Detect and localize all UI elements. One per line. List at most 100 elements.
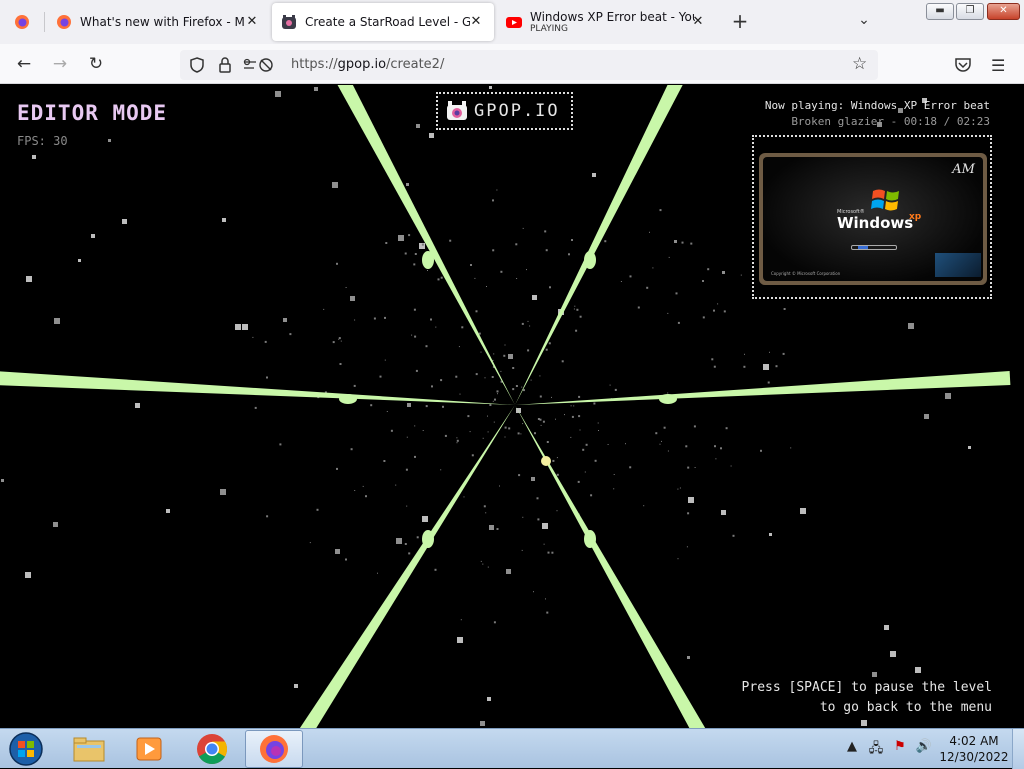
- pocket-icon[interactable]: [954, 57, 972, 73]
- star-dot: [323, 308, 325, 310]
- close-window-button[interactable]: ✕: [987, 3, 1020, 20]
- windows-taskbar: ▲ 🖧 ⚑ 🔊 4:02 AM 12/30/2022: [0, 728, 1024, 769]
- star-dot: [345, 287, 347, 288]
- xp-label: xp: [909, 212, 922, 222]
- start-button[interactable]: [6, 731, 46, 767]
- tab-whats-new[interactable]: What's new with Firefox - More ✕: [44, 0, 270, 44]
- star-dot: [570, 436, 572, 438]
- star-dot: [717, 303, 719, 305]
- close-tab-icon[interactable]: ✕: [244, 14, 260, 30]
- star-dot: [924, 414, 929, 419]
- star-dot: [585, 443, 588, 446]
- star-dot: [406, 505, 408, 507]
- star-dot: [487, 431, 489, 433]
- tab-create-starroad[interactable]: Create a StarRoad Level - Gpop. ✕: [272, 3, 494, 41]
- star-dot: [487, 566, 489, 568]
- star-dot: [406, 436, 408, 438]
- star-dot: [790, 447, 792, 449]
- game-canvas[interactable]: EDITOR MODE FPS: 30 GPOP.IO Now playing:…: [0, 85, 1024, 728]
- volume-icon[interactable]: 🔊: [914, 739, 934, 759]
- forward-button[interactable]: →: [48, 52, 72, 76]
- star-dot: [416, 536, 419, 539]
- show-hidden-icons-chevron-icon[interactable]: ▲: [842, 739, 862, 759]
- close-tab-icon[interactable]: ✕: [468, 14, 484, 30]
- url-text[interactable]: https://gpop.io/create2/: [291, 57, 444, 72]
- action-center-flag-icon[interactable]: ⚑: [890, 739, 910, 759]
- url-host: gpop.io: [337, 57, 387, 72]
- permissions-icon[interactable]: [242, 56, 276, 74]
- star-dot: [222, 218, 226, 222]
- taskbar-file-explorer[interactable]: [60, 730, 118, 768]
- star-dot: [25, 572, 31, 578]
- taskbar-clock[interactable]: 4:02 AM 12/30/2022: [938, 733, 1010, 765]
- taskbar-firefox[interactable]: [245, 730, 303, 768]
- star-dot: [480, 721, 485, 726]
- star-dot: [594, 459, 597, 462]
- list-all-tabs-button[interactable]: ⌄: [852, 12, 876, 32]
- star-dot: [492, 359, 494, 361]
- shield-icon[interactable]: [188, 56, 206, 74]
- video-player[interactable]: AM Microsoft® Windows xp Copyright © Mic…: [759, 153, 987, 285]
- star-dot: [722, 271, 725, 274]
- star-dot: [655, 432, 658, 435]
- address-bar[interactable]: https://gpop.io/create2/: [180, 50, 878, 80]
- star-dot: [725, 427, 728, 430]
- star-dot: [590, 494, 593, 497]
- now-playing-label: Now playing: Windows XP Error beat: [764, 99, 990, 112]
- hamburger-menu-icon[interactable]: ☰: [991, 56, 1005, 75]
- star-dot: [78, 259, 81, 262]
- star-dot: [582, 448, 585, 451]
- gpop-logo[interactable]: GPOP.IO: [436, 92, 573, 130]
- star-dot: [406, 183, 409, 186]
- back-button[interactable]: ←: [12, 52, 36, 76]
- star-dot: [760, 449, 762, 452]
- navigation-bar: ← → ↻ https://gpop.io/create2/ ☆ ☰: [0, 44, 1024, 84]
- star-dot: [411, 334, 413, 336]
- close-tab-icon[interactable]: ✕: [690, 14, 706, 30]
- star-dot: [686, 546, 688, 548]
- reload-button[interactable]: ↻: [84, 52, 108, 76]
- star-dot: [547, 551, 550, 554]
- star-dot: [398, 235, 404, 241]
- star-dot: [135, 403, 140, 408]
- star-dot: [575, 329, 578, 332]
- star-dot: [485, 512, 487, 514]
- star-dot: [570, 405, 572, 407]
- star-dot: [493, 353, 495, 355]
- network-icon[interactable]: 🖧: [866, 739, 886, 759]
- star-dot: [413, 263, 416, 266]
- star-dot: [620, 281, 622, 282]
- star-dot: [556, 457, 558, 459]
- star-dot: [421, 243, 424, 246]
- bookmark-star-icon[interactable]: ☆: [852, 54, 867, 74]
- tab-title: What's new with Firefox - More: [80, 15, 245, 29]
- star-dot: [437, 278, 440, 281]
- star-dot: [571, 415, 574, 418]
- star-dot: [730, 465, 732, 467]
- minimize-button[interactable]: ▬: [926, 3, 954, 20]
- star-dot: [539, 375, 541, 377]
- star-dot: [474, 277, 476, 279]
- star-dot: [715, 458, 717, 460]
- star-dot: [458, 346, 460, 348]
- lane-note-marker: [422, 530, 434, 548]
- star-dot: [309, 542, 311, 544]
- lane-note-marker: [659, 394, 677, 404]
- tab-youtube[interactable]: Windows XP Error beat - YouTu PLAYING ✕: [496, 0, 716, 44]
- firefox-view-button[interactable]: [0, 0, 44, 44]
- taskbar-media-player[interactable]: [120, 730, 178, 768]
- page-scrollbar[interactable]: [1012, 85, 1024, 728]
- star-dot: [769, 351, 770, 353]
- show-desktop-button[interactable]: [1012, 729, 1024, 769]
- lock-icon[interactable]: [216, 56, 234, 74]
- taskbar-chrome[interactable]: [183, 730, 241, 768]
- maximize-button[interactable]: ❐: [956, 3, 984, 20]
- boot-progress-bar: [851, 245, 897, 250]
- video-frame[interactable]: AM Microsoft® Windows xp Copyright © Mic…: [752, 135, 992, 299]
- star-dot: [646, 286, 649, 289]
- star-dot: [456, 437, 458, 439]
- star-dot: [968, 446, 971, 449]
- new-tab-button[interactable]: +: [728, 10, 752, 34]
- star-dot: [593, 402, 596, 405]
- star-dot: [520, 433, 522, 435]
